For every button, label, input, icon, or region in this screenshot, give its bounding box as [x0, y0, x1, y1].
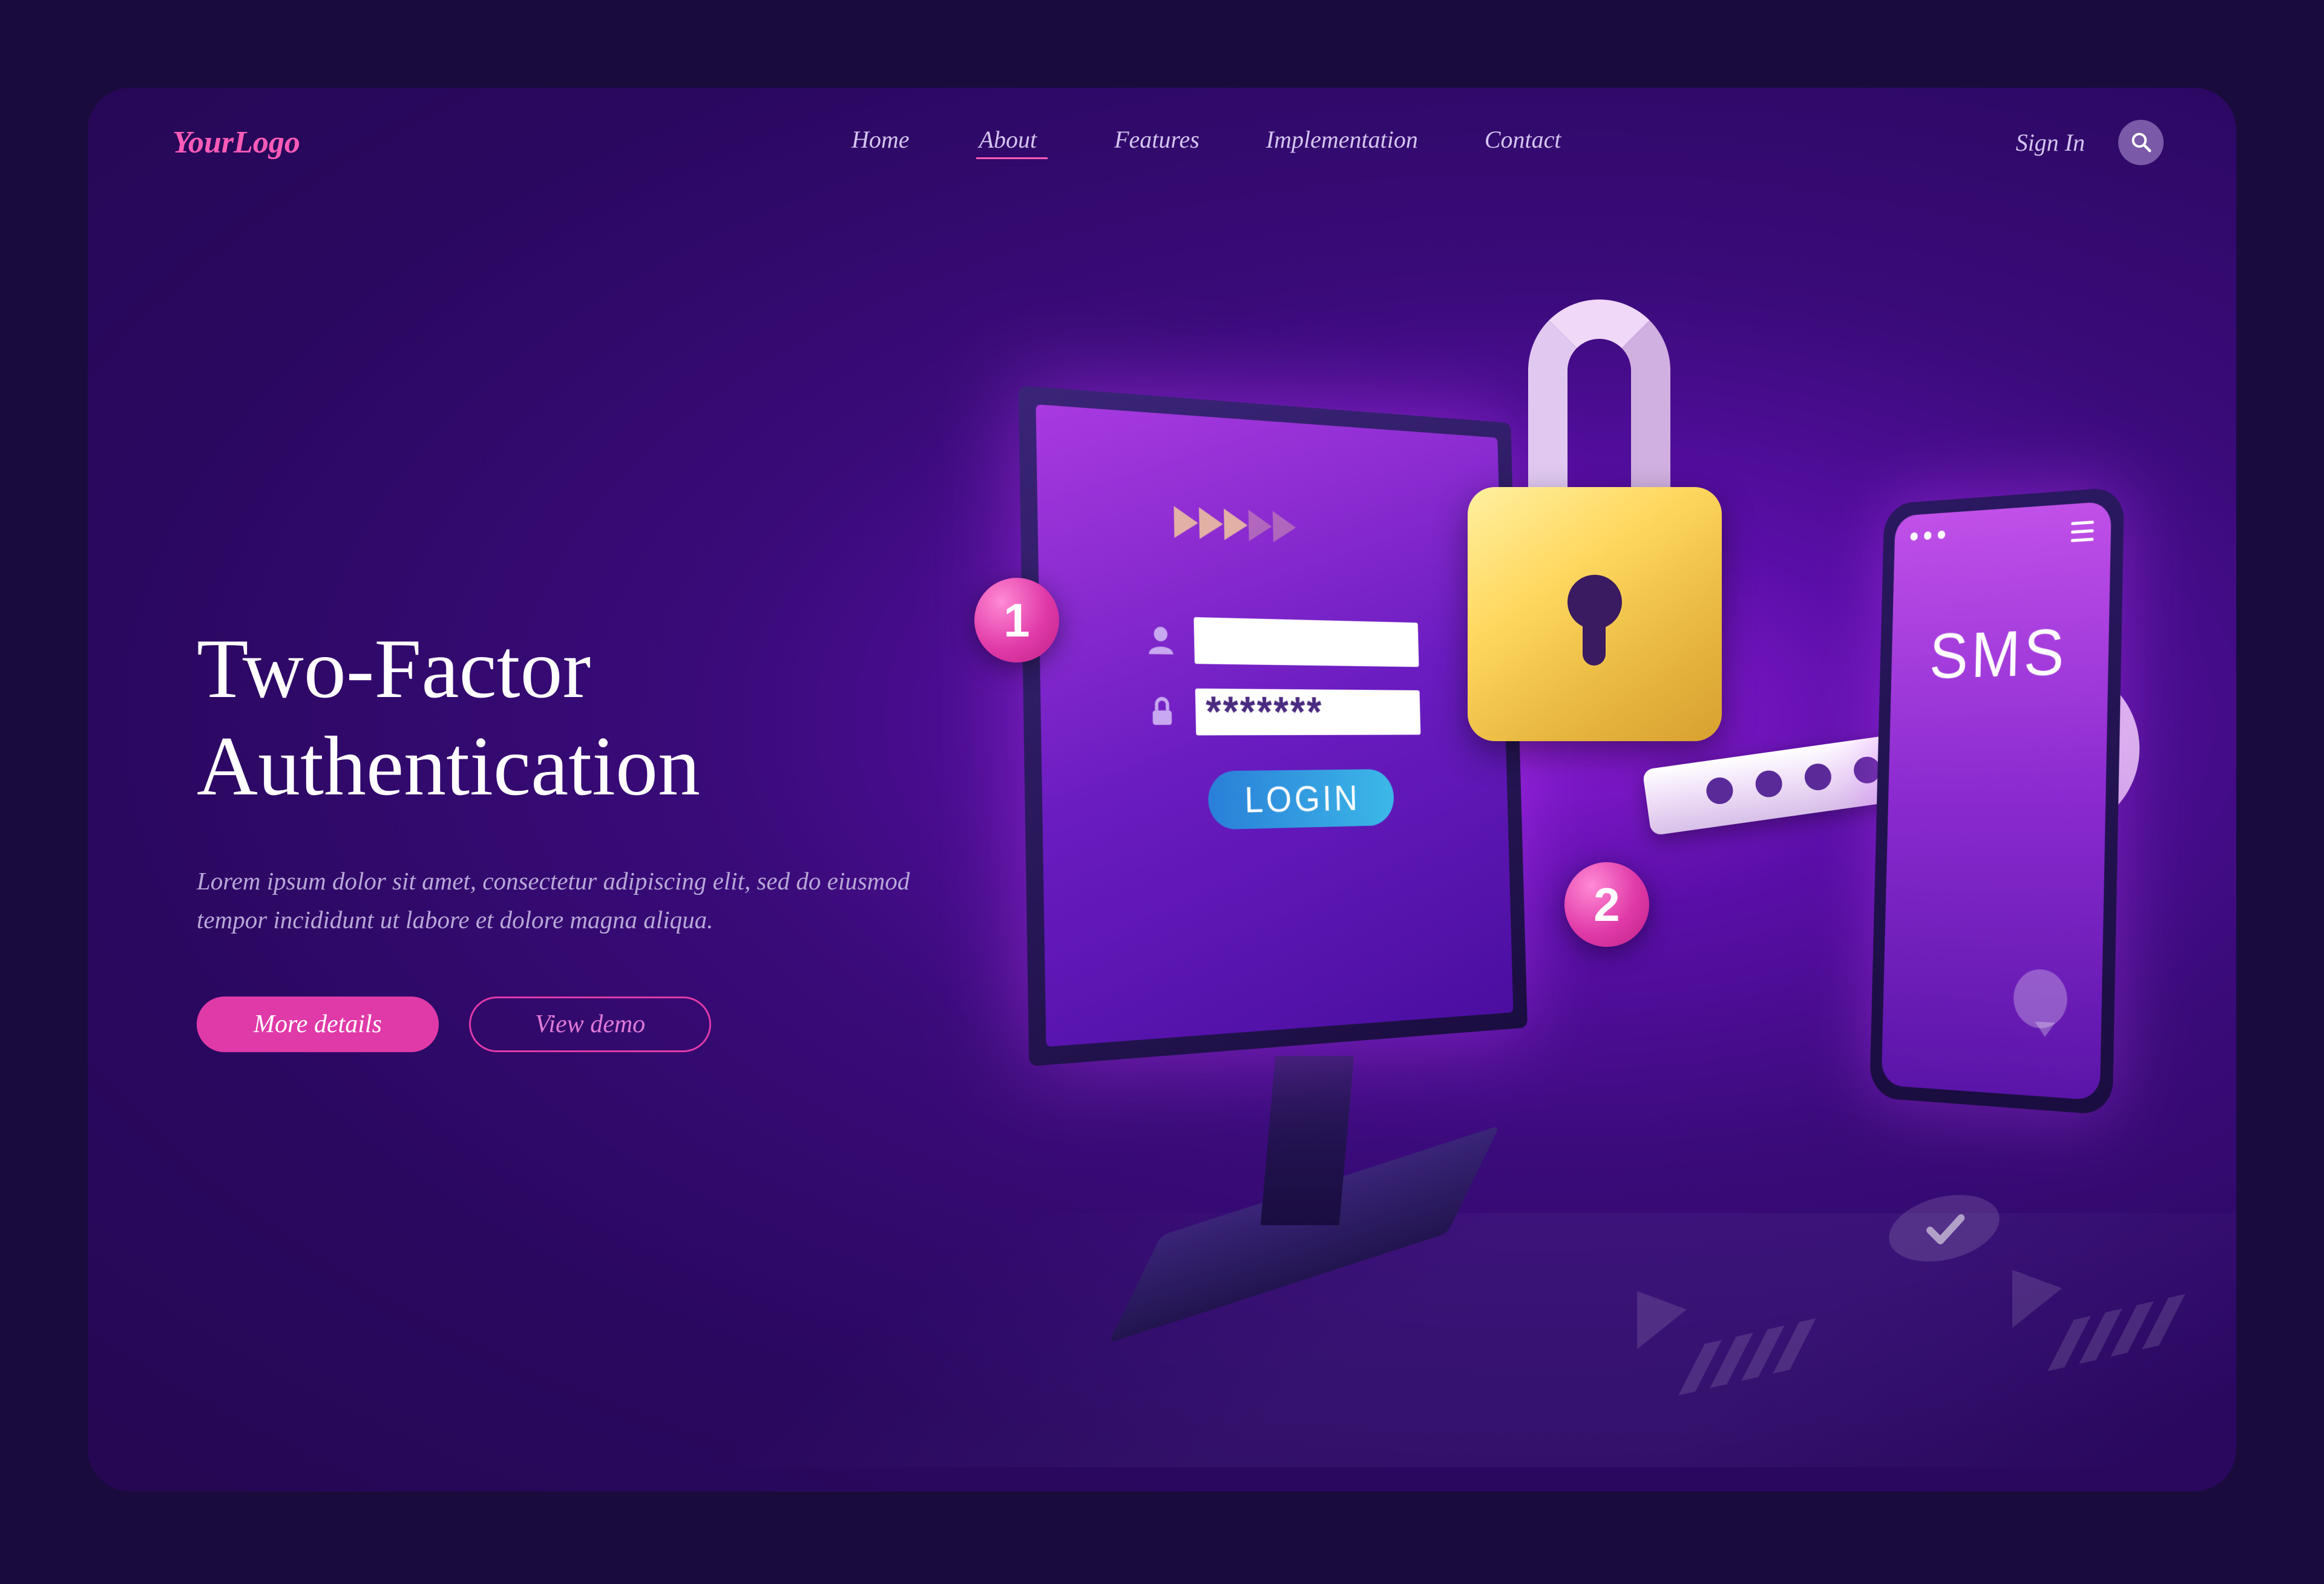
nav-features[interactable]: Features [1114, 125, 1200, 159]
header-actions: Sign In [2016, 120, 2164, 165]
step-badge-1: 1 [974, 578, 1059, 663]
login-form: ******* [1144, 616, 1421, 761]
check-icon [1920, 1203, 1969, 1253]
more-details-button[interactable]: More details [197, 997, 439, 1052]
username-input [1193, 617, 1419, 667]
hamburger-icon [2070, 521, 2093, 548]
floor-plane [699, 1213, 2236, 1467]
padlock [1468, 299, 1722, 723]
chevron-icons [1173, 506, 1296, 543]
signin-link[interactable]: Sign In [2016, 128, 2085, 157]
padlock-body [1468, 487, 1722, 741]
step-badge-2: 2 [1564, 862, 1649, 947]
header: YourLogo Home About Features Implementat… [88, 88, 2236, 197]
nav-contact[interactable]: Contact [1485, 125, 1561, 159]
chat-bubble-icon [2013, 968, 2068, 1029]
password-input: ******* [1195, 689, 1421, 736]
keyhole-icon [1567, 575, 1622, 666]
phone-screen: SMS [1881, 501, 2111, 1101]
nav-home[interactable]: Home [852, 125, 910, 159]
user-icon [1144, 622, 1177, 657]
phone-body: SMS [1869, 487, 2124, 1116]
hero-description: Lorem ipsum dolor sit amet, consectetur … [197, 862, 923, 939]
signal-dots-icon [1910, 531, 1945, 557]
landing-card: YourLogo Home About Features Implementat… [88, 88, 2236, 1491]
search-button[interactable] [2118, 120, 2164, 165]
hero-actions: More details View demo [197, 997, 923, 1052]
hero-title: Two-Factor Authentication [197, 620, 923, 815]
monitor-bezel: ******* LOGIN [1019, 385, 1528, 1067]
play-triangle-icon [2012, 1259, 2062, 1327]
login-button: LOGIN [1207, 769, 1394, 830]
sms-label: SMS [1891, 612, 2109, 695]
play-triangle-icon [1637, 1280, 1687, 1349]
phone-status-bar [1910, 521, 2094, 557]
monitor-screen: ******* LOGIN [1036, 404, 1513, 1047]
lock-icon [1146, 695, 1179, 730]
view-demo-button[interactable]: View demo [469, 997, 711, 1052]
phone: SMS [1869, 487, 2124, 1116]
hero-section: Two-Factor Authentication Lorem ipsum do… [197, 620, 923, 1052]
primary-nav: Home About Features Implementation Conta… [852, 125, 1561, 159]
nav-implementation[interactable]: Implementation [1266, 125, 1418, 159]
hero-illustration: ******* LOGIN 1 2 [971, 293, 2182, 1443]
monitor-stand-pole [1261, 1056, 1354, 1225]
padlock-shackle [1528, 299, 1670, 505]
nav-about[interactable]: About [976, 125, 1048, 159]
logo[interactable]: YourLogo [172, 125, 300, 160]
search-icon [2130, 131, 2153, 154]
